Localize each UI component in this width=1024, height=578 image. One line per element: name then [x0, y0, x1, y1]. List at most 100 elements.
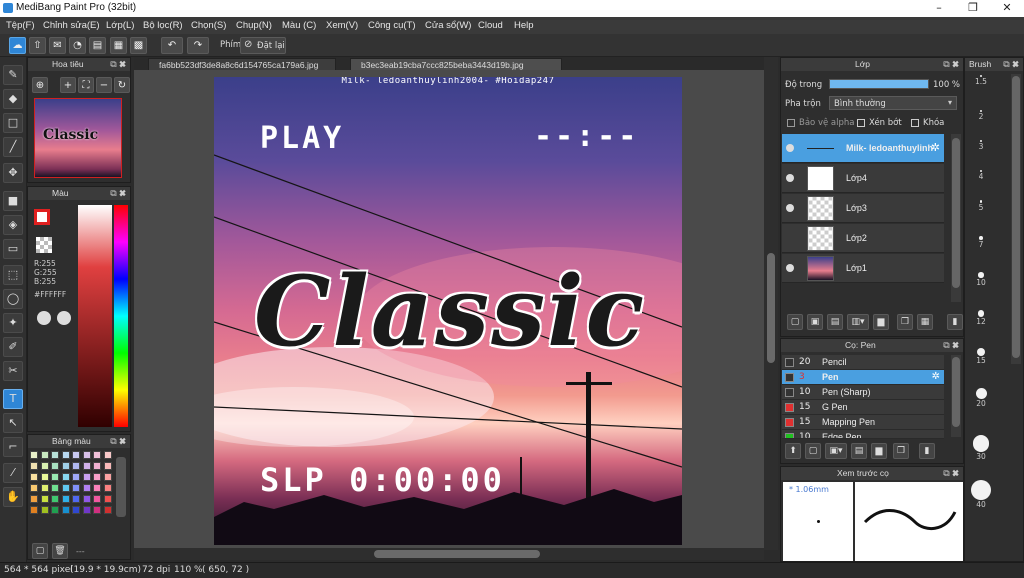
- palette-swatch[interactable]: [93, 473, 101, 481]
- undo-icon[interactable]: ↶: [161, 37, 183, 54]
- duplicate-layer-icon[interactable]: ❐: [897, 314, 913, 330]
- brush-size-option[interactable]: 1.5: [966, 75, 996, 86]
- new-layer-8bit-icon[interactable]: ▣: [807, 314, 823, 330]
- line-tool-icon[interactable]: ╱: [3, 137, 23, 157]
- brush-scroll-thumb[interactable]: [952, 357, 960, 427]
- brush-size-option[interactable]: 7: [966, 236, 996, 249]
- gradient-tool-icon[interactable]: ▭: [3, 239, 23, 259]
- brush-row[interactable]: 10 Edge Pen: [782, 430, 944, 439]
- palette-swatch[interactable]: [103, 506, 112, 514]
- delete-palette-icon[interactable]: 🗑: [52, 543, 68, 559]
- panel-buttons-icon[interactable]: ⧉ ✖: [110, 435, 126, 448]
- delete-brush-icon[interactable]: ▮: [919, 443, 935, 459]
- tile-icon[interactable]: ▩: [130, 37, 147, 54]
- layers-scrollbar[interactable]: [951, 134, 961, 302]
- palette-swatch[interactable]: [40, 495, 49, 503]
- palette-swatch[interactable]: [93, 495, 101, 503]
- brush-size-option[interactable]: 4: [966, 170, 996, 181]
- add-brush-icon[interactable]: ⬆: [785, 443, 801, 459]
- brush-folder-icon[interactable]: ▆: [871, 443, 887, 459]
- palette-swatch[interactable]: [30, 462, 38, 470]
- brush-size-scroll-thumb[interactable]: [1012, 76, 1020, 358]
- horizontal-scrollbar[interactable]: [134, 548, 764, 560]
- eye-icon[interactable]: [786, 264, 794, 272]
- palette-swatch[interactable]: [82, 484, 91, 492]
- menu-filter[interactable]: Bộ lọc(R): [143, 20, 183, 31]
- palette-scrollbar[interactable]: [116, 457, 126, 517]
- palette-swatch[interactable]: [51, 462, 59, 470]
- brush-size-option[interactable]: 5: [966, 200, 996, 212]
- zoom-icon[interactable]: ⊕: [32, 77, 48, 93]
- palette-swatch[interactable]: [72, 473, 80, 481]
- layer-row[interactable]: Lớp1: [782, 254, 944, 283]
- palette-swatch[interactable]: [72, 484, 80, 492]
- delete-layer-icon[interactable]: ▮: [947, 314, 963, 330]
- divide-tool-icon[interactable]: ⌐: [3, 437, 23, 457]
- brush-row[interactable]: 3 Pen ✲: [782, 370, 944, 385]
- palette-swatch[interactable]: [61, 495, 70, 503]
- palette-swatch[interactable]: [30, 473, 38, 481]
- panel-buttons-icon[interactable]: ⧉ ✖: [1003, 58, 1019, 71]
- brush-menu-icon[interactable]: ▣▾: [825, 443, 847, 459]
- minimize-button[interactable]: –: [922, 0, 956, 17]
- palette-swatch[interactable]: [103, 484, 112, 492]
- new-palette-icon[interactable]: ▢: [32, 543, 48, 559]
- menu-snap[interactable]: Chụp(N): [236, 20, 272, 31]
- palette-swatch[interactable]: [82, 451, 91, 459]
- new-layer-1bit-icon[interactable]: ▤: [827, 314, 843, 330]
- horizontal-scroll-thumb[interactable]: [374, 550, 540, 558]
- menu-select[interactable]: Chọn(S): [191, 20, 226, 31]
- color-picker-icon[interactable]: [57, 311, 71, 325]
- operation-tool-icon[interactable]: ↖: [3, 413, 23, 433]
- menu-color[interactable]: Màu (C): [282, 20, 316, 31]
- zoom-out-icon[interactable]: −: [96, 77, 112, 93]
- palette-swatch[interactable]: [30, 495, 38, 503]
- eye-icon[interactable]: [786, 144, 794, 152]
- rect-tool-icon[interactable]: □: [3, 113, 23, 133]
- artwork-canvas[interactable]: Milk- ledoanthuylinh2004- #Hoidap247 PLA…: [214, 77, 682, 545]
- zoom-in-icon[interactable]: +: [60, 77, 76, 93]
- palette-swatch[interactable]: [72, 451, 80, 459]
- palette-swatch[interactable]: [40, 506, 49, 514]
- vertical-scrollbar[interactable]: [764, 57, 778, 550]
- menu-layer[interactable]: Lớp(L): [106, 20, 134, 31]
- palette-swatch[interactable]: [51, 495, 59, 503]
- panel-buttons-icon[interactable]: ⧉ ✖: [943, 58, 959, 71]
- brush-settings-gear-icon[interactable]: ✲: [932, 371, 940, 382]
- palette-swatch[interactable]: [40, 473, 49, 481]
- panel-buttons-icon[interactable]: ⧉ ✖: [110, 58, 126, 71]
- shade-picker[interactable]: [78, 205, 112, 427]
- brush-tool-icon[interactable]: ✎: [3, 65, 23, 85]
- copy-brush-icon[interactable]: ❐: [893, 443, 909, 459]
- palette-swatch[interactable]: [82, 495, 91, 503]
- chat-icon[interactable]: ◔: [69, 37, 86, 54]
- palette-swatch[interactable]: [51, 484, 59, 492]
- brush-size-option[interactable]: 10: [966, 272, 996, 287]
- eyedropper-tool-icon[interactable]: ⁄: [3, 463, 23, 483]
- palette-swatch[interactable]: [72, 506, 80, 514]
- palette-swatch[interactable]: [103, 495, 112, 503]
- brush-size-option[interactable]: 40: [966, 480, 996, 509]
- maximize-button[interactable]: ❐: [956, 0, 990, 17]
- eye-icon[interactable]: [786, 174, 794, 182]
- reset-button[interactable]: ⊘ Đặt lại: [240, 37, 286, 54]
- palette-swatch[interactable]: [72, 462, 80, 470]
- blend-select[interactable]: Bình thường ▾: [829, 96, 957, 110]
- select-eraser-icon[interactable]: ✂: [3, 361, 23, 381]
- palette-swatch[interactable]: [93, 451, 101, 459]
- palette-swatch[interactable]: [93, 462, 101, 470]
- palette-swatch[interactable]: [40, 462, 49, 470]
- palette-swatch[interactable]: [51, 451, 59, 459]
- layers-scroll-thumb[interactable]: [952, 138, 960, 288]
- lock-checkbox[interactable]: [911, 119, 919, 127]
- palette-swatch[interactable]: [93, 484, 101, 492]
- palette-swatch[interactable]: [82, 473, 91, 481]
- magic-wand-icon[interactable]: ✦: [3, 313, 23, 333]
- grid-icon[interactable]: ▦: [110, 37, 127, 54]
- palette-swatch[interactable]: [103, 451, 112, 459]
- palette-swatch[interactable]: [30, 451, 38, 459]
- menu-file[interactable]: Tệp(F): [6, 20, 35, 31]
- layer-settings-icon[interactable]: ✲: [931, 141, 940, 154]
- new-layer-icon[interactable]: ▢: [787, 314, 803, 330]
- brush-size-option[interactable]: 15: [966, 348, 996, 365]
